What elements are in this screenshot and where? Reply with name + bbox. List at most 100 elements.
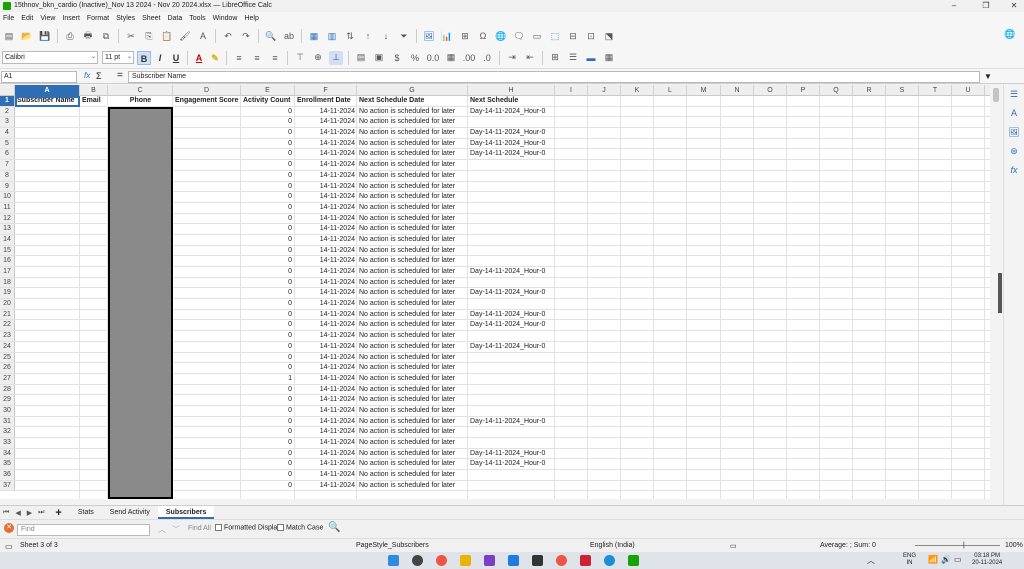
- file-explorer-icon[interactable]: [460, 555, 471, 566]
- number-format-icon[interactable]: 0.0: [426, 51, 440, 65]
- row-header[interactable]: 4: [0, 128, 15, 138]
- zoom-slider[interactable]: [915, 545, 1000, 546]
- header-cell[interactable]: Email: [80, 96, 108, 106]
- next-schedule-date-cell[interactable]: No action is scheduled for later: [357, 203, 468, 213]
- next-schedule-cell[interactable]: Day-14-11-2024_Hour-0: [468, 459, 555, 469]
- spelling-icon[interactable]: ab: [282, 29, 296, 43]
- enrollment-date-cell[interactable]: 14-11-2024: [295, 192, 357, 202]
- vertical-scrollbar[interactable]: [990, 85, 1003, 505]
- activity-count-cell[interactable]: 0: [241, 406, 294, 416]
- minimize-button[interactable]: –: [944, 0, 964, 12]
- row-icon[interactable]: ▦: [307, 29, 321, 43]
- autofilter-icon[interactable]: ⏷: [397, 29, 411, 43]
- column-header-b[interactable]: B: [80, 85, 108, 96]
- column-header-e[interactable]: E: [241, 85, 295, 96]
- next-schedule-cell[interactable]: Day-14-11-2024_Hour-0: [468, 149, 555, 159]
- find-replace-icon[interactable]: 🔍: [328, 522, 340, 533]
- activity-count-cell[interactable]: 0: [241, 481, 294, 491]
- row-header[interactable]: 20: [0, 299, 15, 309]
- print-preview-icon[interactable]: ⧉: [99, 29, 113, 43]
- border-color-icon[interactable]: ▬: [584, 51, 598, 65]
- column-header-l[interactable]: L: [654, 85, 687, 96]
- freeze-rows-icon[interactable]: ⊟: [566, 29, 580, 43]
- function-wizard-icon[interactable]: fx: [84, 71, 90, 80]
- row-header[interactable]: 3: [0, 117, 15, 128]
- font-name-box[interactable]: Calibri ⌄: [2, 51, 98, 64]
- find-previous-icon[interactable]: ︿: [158, 524, 166, 535]
- next-schedule-cell[interactable]: [468, 182, 555, 192]
- pivot-table-icon[interactable]: ⊞: [458, 29, 472, 43]
- enrollment-date-cell[interactable]: 14-11-2024: [295, 310, 357, 320]
- activity-count-cell[interactable]: 0: [241, 246, 294, 256]
- column-header-d[interactable]: D: [173, 85, 241, 96]
- column-header-o[interactable]: O: [754, 85, 787, 96]
- next-schedule-cell[interactable]: [468, 256, 555, 266]
- activity-count-cell[interactable]: 0: [241, 427, 294, 437]
- next-schedule-cell[interactable]: Day-14-11-2024_Hour-0: [468, 288, 555, 298]
- next-schedule-cell[interactable]: [468, 235, 555, 245]
- next-schedule-date-cell[interactable]: No action is scheduled for later: [357, 470, 468, 480]
- next-schedule-date-cell[interactable]: No action is scheduled for later: [357, 182, 468, 192]
- sort-desc-icon[interactable]: ↓: [379, 29, 393, 43]
- expand-formula-icon[interactable]: ▼: [984, 72, 992, 81]
- activity-count-cell[interactable]: 0: [241, 342, 294, 352]
- activity-count-cell[interactable]: 0: [241, 438, 294, 448]
- next-schedule-date-cell[interactable]: No action is scheduled for later: [357, 171, 468, 181]
- increase-indent-icon[interactable]: ⇥: [505, 51, 519, 65]
- activity-count-cell[interactable]: 0: [241, 459, 294, 469]
- enrollment-date-cell[interactable]: 14-11-2024: [295, 353, 357, 363]
- next-schedule-date-cell[interactable]: No action is scheduled for later: [357, 310, 468, 320]
- next-schedule-date-cell[interactable]: No action is scheduled for later: [357, 299, 468, 309]
- visual-studio-icon[interactable]: [484, 555, 495, 566]
- gallery-icon[interactable]: 🖼: [1007, 127, 1021, 141]
- tab-stats[interactable]: Stats: [70, 506, 102, 519]
- row-header[interactable]: 22: [0, 320, 15, 331]
- row-header[interactable]: 27: [0, 373, 15, 384]
- column-header-q[interactable]: Q: [820, 85, 853, 96]
- next-schedule-date-cell[interactable]: No action is scheduled for later: [357, 278, 468, 288]
- paste-icon[interactable]: 📋: [160, 29, 174, 43]
- sum-icon[interactable]: Σ: [96, 71, 102, 81]
- next-schedule-date-cell[interactable]: No action is scheduled for later: [357, 342, 468, 352]
- show-draw-functions-icon[interactable]: ⬔: [602, 29, 616, 43]
- enrollment-date-cell[interactable]: 14-11-2024: [295, 160, 357, 170]
- row-header[interactable]: 13: [0, 224, 15, 234]
- find-all-button[interactable]: Find All: [188, 525, 211, 532]
- conditional-format-icon[interactable]: ▦: [602, 51, 616, 65]
- activity-count-cell[interactable]: 0: [241, 160, 294, 170]
- formula-equals-icon[interactable]: =: [117, 70, 123, 81]
- sort-icon[interactable]: ⇅: [343, 29, 357, 43]
- calc-app-icon[interactable]: [628, 555, 639, 566]
- zoom-thumb[interactable]: |: [963, 542, 965, 549]
- enrollment-date-cell[interactable]: 14-11-2024: [295, 224, 357, 234]
- next-schedule-cell[interactable]: [468, 438, 555, 448]
- next-schedule-cell[interactable]: [468, 406, 555, 416]
- row-header[interactable]: 23: [0, 331, 15, 341]
- selection-mode-icon[interactable]: ▭: [730, 542, 737, 550]
- chart-icon[interactable]: 📊: [440, 29, 454, 43]
- enrollment-date-cell[interactable]: 14-11-2024: [295, 117, 357, 127]
- scroll-thumb[interactable]: [993, 88, 999, 102]
- close-button[interactable]: ✕: [1004, 0, 1024, 12]
- enrollment-date-cell[interactable]: 14-11-2024: [295, 331, 357, 341]
- find-next-icon[interactable]: ﹀: [172, 524, 180, 535]
- row-header[interactable]: 11: [0, 202, 15, 213]
- row-header[interactable]: 17: [0, 267, 15, 277]
- add-decimal-icon[interactable]: .00: [462, 51, 476, 65]
- column-header-p[interactable]: P: [787, 85, 820, 96]
- hyperlink-icon[interactable]: 🌐: [494, 29, 508, 43]
- row-header[interactable]: 34: [0, 448, 15, 459]
- undo-icon[interactable]: ↶: [221, 29, 235, 43]
- column-header-s[interactable]: S: [886, 85, 919, 96]
- prev-sheet-icon[interactable]: ◀: [15, 509, 20, 517]
- functions-icon[interactable]: fx: [1007, 165, 1021, 179]
- next-schedule-cell[interactable]: [468, 395, 555, 405]
- align-right-icon[interactable]: ≡: [268, 51, 282, 65]
- comment-icon[interactable]: 🗨: [512, 29, 526, 43]
- next-schedule-date-cell[interactable]: No action is scheduled for later: [357, 256, 468, 266]
- row-header[interactable]: 30: [0, 405, 15, 416]
- next-schedule-date-cell[interactable]: No action is scheduled for later: [357, 385, 468, 395]
- wifi-icon[interactable]: 📶: [928, 555, 938, 564]
- start-icon[interactable]: [388, 555, 399, 566]
- activity-count-cell[interactable]: 0: [241, 182, 294, 192]
